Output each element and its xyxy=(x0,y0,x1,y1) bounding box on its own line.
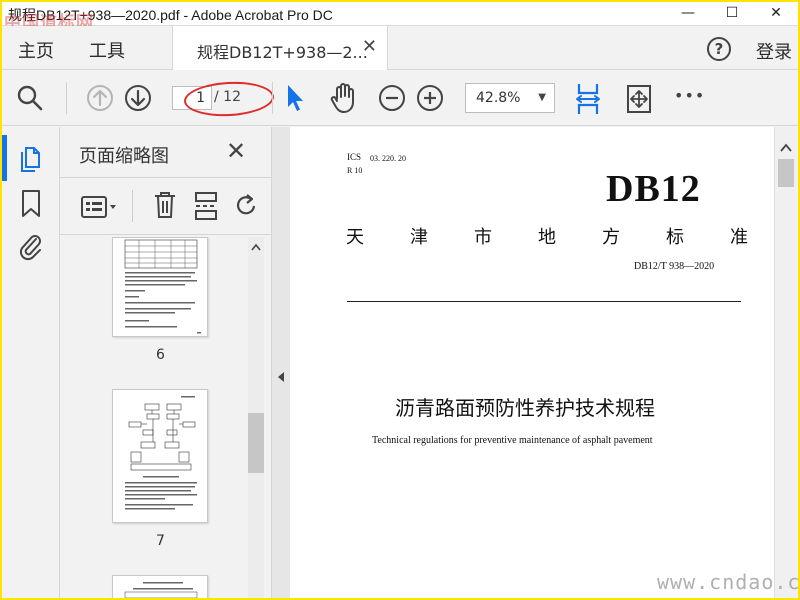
page-thumbnail-8[interactable] xyxy=(112,575,208,598)
rotate-page-icon[interactable] xyxy=(234,192,258,220)
document-tab-close-button[interactable]: ✕ xyxy=(362,36,377,57)
thumbnails-scroll-thumb[interactable] xyxy=(248,413,264,473)
hand-tool-icon[interactable] xyxy=(328,82,358,114)
document-tab-label: 规程DB12T+938—2... xyxy=(197,43,368,62)
toolbar-separator xyxy=(272,82,273,114)
thumbnail-page-number: 6 xyxy=(156,347,165,363)
menu-tools[interactable]: 工具 xyxy=(89,37,125,63)
document-page: ICS 03. 220. 20 R 10 DB12 天 津 市 地 方 标 准 … xyxy=(290,127,776,598)
db-title: DB12 xyxy=(606,168,701,210)
panel-title: 页面缩略图 xyxy=(79,146,169,167)
select-tool-icon[interactable] xyxy=(284,82,308,114)
chevron-down-icon: ▼ xyxy=(538,92,546,103)
header-rule xyxy=(347,301,741,302)
toolbar-separator xyxy=(66,82,67,114)
sign-in-link[interactable]: 登录 xyxy=(756,38,792,64)
standard-number: DB12/T 938—2020 xyxy=(634,261,715,272)
document-scrollbar[interactable] xyxy=(774,127,796,598)
r-code: R 10 xyxy=(347,166,363,175)
chevron-up-icon[interactable] xyxy=(780,143,792,153)
attachment-icon[interactable] xyxy=(18,231,44,261)
zoom-level-dropdown[interactable]: 42.8% ▼ xyxy=(465,83,555,113)
ics-code: 03. 220. 20 xyxy=(370,154,406,163)
help-icon[interactable]: ? xyxy=(707,37,731,61)
page-thumbnail-content xyxy=(125,396,197,510)
thumbnail-options-icon[interactable] xyxy=(80,194,120,220)
page-thumbnail-content xyxy=(124,582,198,598)
bookmark-icon[interactable] xyxy=(20,189,42,219)
chevron-up-icon[interactable] xyxy=(251,243,261,251)
acrobat-window: 规程DB12T+938—2020.pdf - Adobe Acrobat Pro… xyxy=(2,2,798,598)
region-heading: 天 津 市 地 方 标 准 xyxy=(346,223,748,248)
document-title-en: Technical regulations for preventive mai… xyxy=(372,435,653,446)
document-tab[interactable]: 规程DB12T+938—2... ✕ xyxy=(172,26,388,70)
region-char: 津 xyxy=(410,227,428,248)
minimize-button[interactable]: — xyxy=(666,2,710,26)
page-thumbnails-icon[interactable] xyxy=(18,143,44,173)
search-icon[interactable] xyxy=(16,84,44,112)
title-bar: 规程DB12T+938—2020.pdf - Adobe Acrobat Pro… xyxy=(2,2,798,33)
navigation-rail xyxy=(2,127,60,598)
maximize-button[interactable]: ☐ xyxy=(710,2,754,26)
ics-label: ICS xyxy=(347,152,362,162)
zoom-out-icon[interactable] xyxy=(378,84,406,112)
region-char: 方 xyxy=(602,227,620,248)
watermark-url: www.cndao.com xyxy=(657,570,798,594)
menu-bar: 主页 工具 规程DB12T+938—2... ✕ ? 登录 xyxy=(2,26,798,70)
extract-page-icon[interactable] xyxy=(193,190,219,222)
panel-splitter[interactable] xyxy=(272,127,290,598)
document-title-cn: 沥青路面预防性养护技术规程 xyxy=(395,396,655,420)
active-indicator xyxy=(2,135,7,181)
thumbnails-panel: 页面缩略图 ✕ 6 7 xyxy=(60,127,272,598)
region-char: 准 xyxy=(730,227,748,248)
fit-width-icon[interactable] xyxy=(574,82,602,116)
delete-page-icon[interactable] xyxy=(152,190,178,220)
more-tools-button[interactable]: ••• xyxy=(674,86,705,105)
close-window-button[interactable]: ✕ xyxy=(754,2,798,26)
thumbnails-scrollbar[interactable] xyxy=(248,237,264,598)
fit-page-icon[interactable] xyxy=(626,84,652,114)
page-thumbnail-6[interactable] xyxy=(112,237,208,337)
zoom-level-value: 42.8% xyxy=(476,90,521,106)
previous-page-icon[interactable] xyxy=(86,84,114,112)
region-char: 标 xyxy=(666,227,684,248)
panel-toolbar-separator xyxy=(132,190,133,222)
page-thumbnail-content xyxy=(124,239,201,334)
thumbnail-page-number: 7 xyxy=(156,533,165,549)
menu-home[interactable]: 主页 xyxy=(18,37,54,63)
panel-toolbar xyxy=(60,177,272,235)
zoom-in-icon[interactable] xyxy=(416,84,444,112)
toolbar: 1 / 12 42.8% ▼ ••• xyxy=(2,70,798,126)
next-page-icon[interactable] xyxy=(124,84,152,112)
region-char: 市 xyxy=(474,227,492,248)
document-scroll-thumb[interactable] xyxy=(778,159,794,187)
collapse-panel-icon[interactable] xyxy=(276,371,286,383)
region-char: 天 xyxy=(346,227,364,248)
close-panel-button[interactable]: ✕ xyxy=(226,137,246,165)
region-char: 地 xyxy=(538,227,556,248)
page-thumbnail-7[interactable] xyxy=(112,389,208,523)
